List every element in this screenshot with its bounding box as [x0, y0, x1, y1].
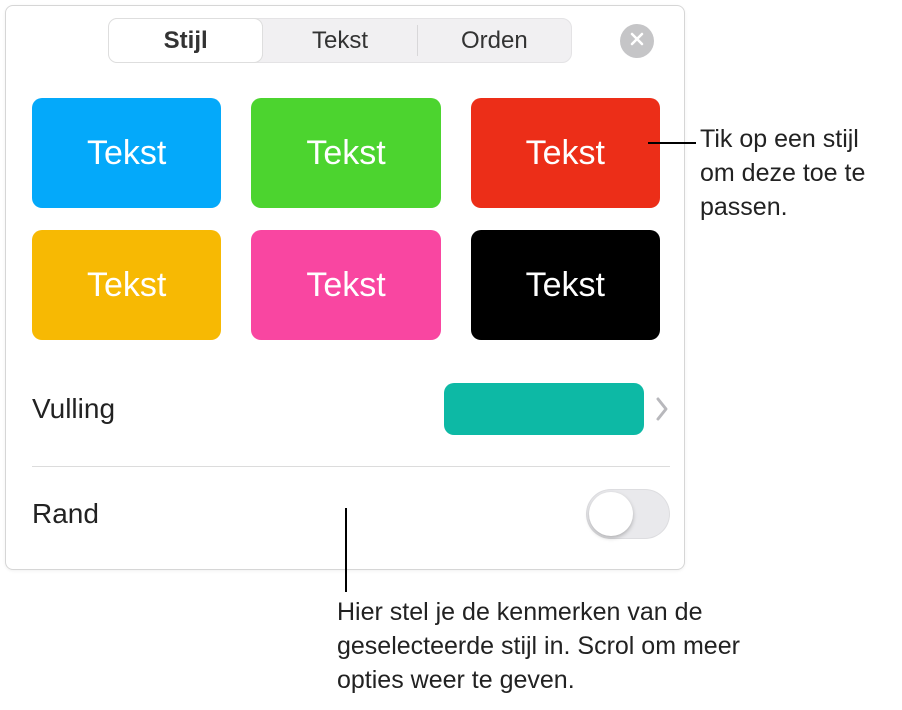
format-panel: Stijl Tekst Orden Tekst Tekst Tekst Teks…: [5, 5, 685, 570]
style-swatch[interactable]: Tekst: [471, 98, 660, 208]
style-swatch[interactable]: Tekst: [251, 98, 440, 208]
row-divider: [32, 466, 670, 467]
tab-bar: Stijl Tekst Orden: [108, 18, 572, 63]
border-row: Rand: [32, 476, 670, 552]
style-swatch-grid: Tekst Tekst Tekst Tekst Tekst Tekst: [32, 98, 660, 340]
style-swatch[interactable]: Tekst: [32, 98, 221, 208]
callout-leader: [345, 508, 347, 592]
fill-label: Vulling: [32, 393, 444, 425]
tab-orden[interactable]: Orden: [418, 19, 571, 62]
callout-text: Tik op een stijl om deze toe te passen.: [700, 123, 895, 224]
close-icon: [629, 31, 645, 52]
style-swatch[interactable]: Tekst: [471, 230, 660, 340]
border-label: Rand: [32, 498, 586, 530]
close-button[interactable]: [620, 24, 654, 58]
border-toggle[interactable]: [586, 489, 670, 539]
callout-leader: [648, 142, 696, 144]
callout-text: Hier stel je de kenmerken van de geselec…: [337, 596, 767, 697]
style-swatch[interactable]: Tekst: [32, 230, 221, 340]
chevron-right-icon: [654, 395, 670, 423]
fill-row[interactable]: Vulling: [32, 371, 670, 447]
style-swatch[interactable]: Tekst: [251, 230, 440, 340]
tab-tekst[interactable]: Tekst: [263, 19, 416, 62]
fill-color-chip[interactable]: [444, 383, 644, 435]
tab-stijl[interactable]: Stijl: [108, 18, 263, 63]
toggle-knob: [589, 492, 633, 536]
